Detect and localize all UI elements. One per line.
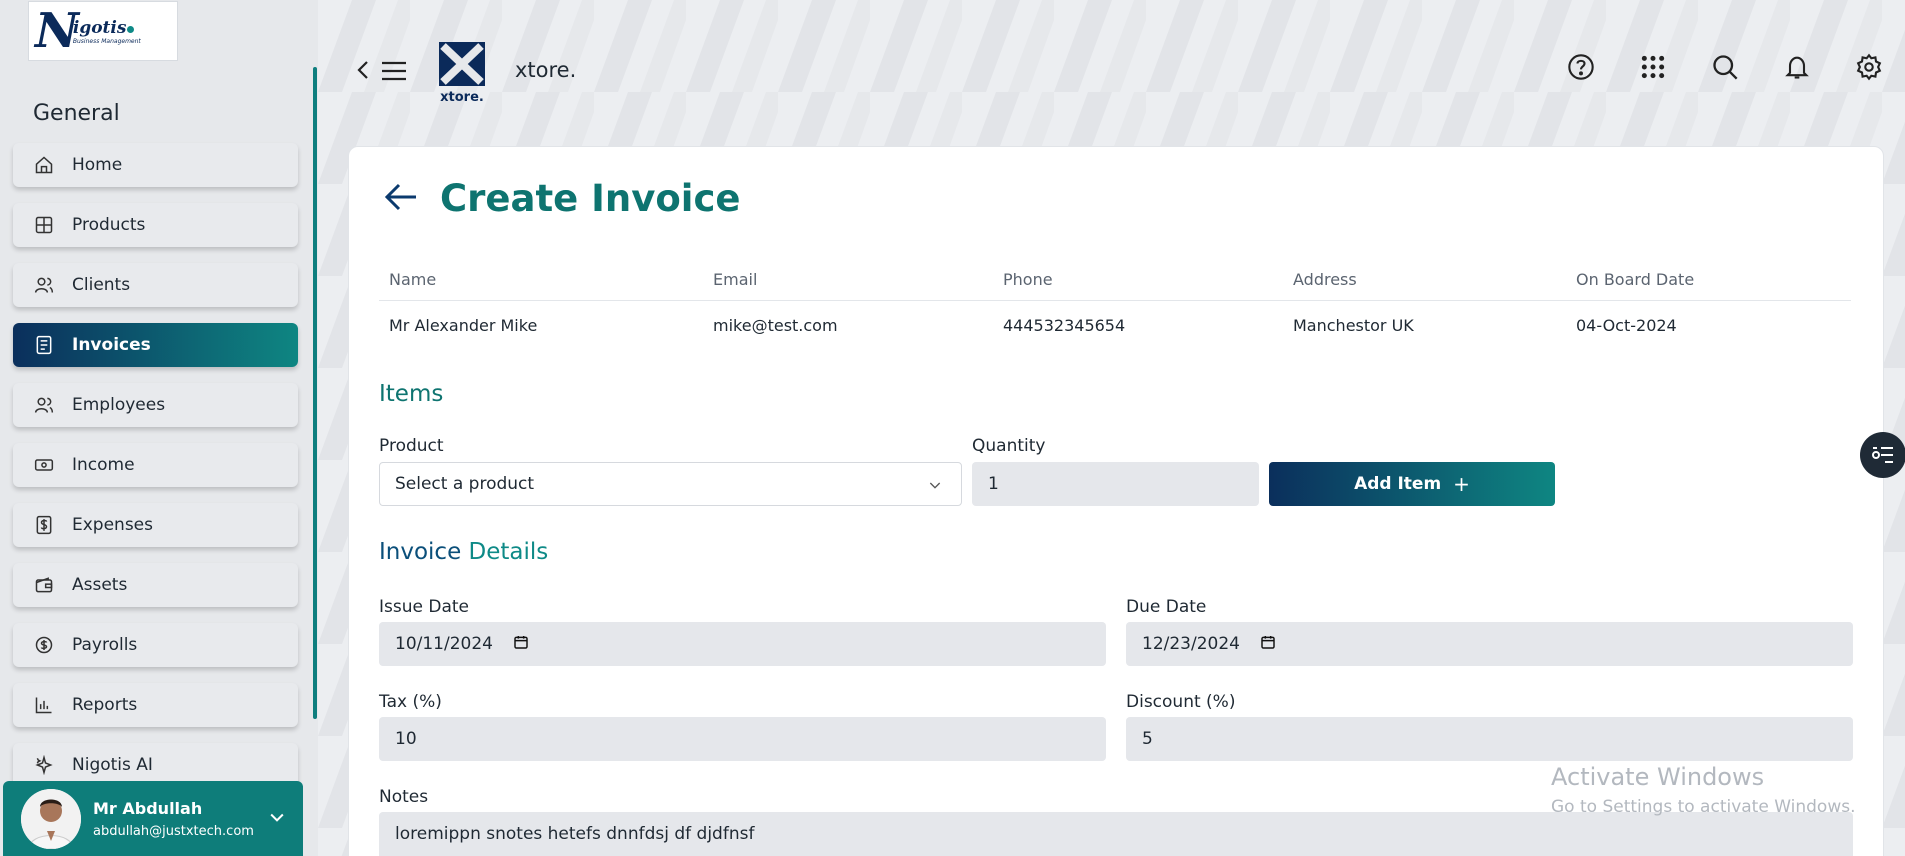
- notes-label: Notes: [379, 787, 429, 807]
- bar-chart-icon: [33, 694, 55, 716]
- issue-date-label: Issue Date: [379, 597, 469, 617]
- wallet-icon: [33, 574, 55, 596]
- calendar-icon[interactable]: [513, 634, 529, 655]
- sidebar-item-reports[interactable]: Reports: [13, 683, 298, 727]
- sidebar-item-assets[interactable]: Assets: [13, 563, 298, 607]
- plus-icon: +: [1453, 472, 1470, 496]
- quantity-label: Quantity: [972, 436, 1046, 456]
- items-section-title: Items: [379, 381, 444, 407]
- help-icon[interactable]: [1566, 52, 1596, 82]
- document-icon: [33, 334, 55, 356]
- sidebar-item-home[interactable]: Home: [13, 143, 298, 187]
- grid-icon: [33, 214, 55, 236]
- home-icon: [33, 154, 55, 176]
- activate-windows-watermark: Activate Windows Go to Settings to activ…: [1551, 763, 1856, 817]
- dollar-file-icon: [33, 514, 55, 536]
- product-select[interactable]: Select a product: [379, 462, 962, 506]
- client-info-table: Name Email Phone Address On Board Date M…: [379, 258, 1851, 349]
- tax-input[interactable]: 10: [379, 717, 1106, 761]
- sidebar: N igotis Business Management General Hom…: [0, 0, 318, 856]
- page-header: Create Invoice: [384, 177, 740, 220]
- sidebar-section-title: General: [33, 101, 120, 126]
- sidebar-item-employees[interactable]: Employees: [13, 383, 298, 427]
- sidebar-scrollbar[interactable]: [313, 67, 317, 719]
- sidebar-item-clients[interactable]: Clients: [13, 263, 298, 307]
- user-profile-card[interactable]: Mr Abdullah abdullah@justxtech.com: [3, 781, 303, 856]
- issue-date-input[interactable]: 10/11/2024: [379, 622, 1106, 666]
- store-name: xtore.: [515, 58, 577, 82]
- sparkle-icon: [33, 754, 55, 776]
- sidebar-item-expenses[interactable]: Expenses: [13, 503, 298, 547]
- nigotis-logo[interactable]: N igotis Business Management: [28, 1, 178, 61]
- apps-icon[interactable]: [1638, 52, 1668, 82]
- tax-label: Tax (%): [379, 692, 442, 712]
- search-icon[interactable]: [1710, 52, 1740, 82]
- quantity-input[interactable]: 1: [972, 462, 1259, 506]
- coin-icon: [33, 634, 55, 656]
- chevron-down-icon[interactable]: [267, 807, 287, 831]
- sidebar-item-income[interactable]: Income: [13, 443, 298, 487]
- notes-textarea[interactable]: loremippn snotes hetefs dnnfdsj df djdfn…: [379, 812, 1853, 856]
- sidebar-item-products[interactable]: Products: [13, 203, 298, 247]
- bell-icon[interactable]: [1782, 52, 1812, 82]
- top-icons: [1566, 52, 1884, 82]
- hamburger-menu-icon[interactable]: [380, 59, 408, 87]
- floating-list-button[interactable]: [1860, 432, 1905, 478]
- table-header: Name Email Phone Address On Board Date: [379, 258, 1851, 301]
- due-date-label: Due Date: [1126, 597, 1207, 617]
- product-label: Product: [379, 436, 444, 456]
- discount-input[interactable]: 5: [1126, 717, 1853, 761]
- store-logo[interactable]: xtore.: [437, 40, 487, 105]
- page-title: Create Invoice: [440, 177, 741, 220]
- sidebar-item-payrolls[interactable]: Payrolls: [13, 623, 298, 667]
- table-row: Mr Alexander Mike mike@test.com 44453234…: [389, 315, 1677, 335]
- collapse-sidebar-button[interactable]: [355, 58, 371, 86]
- users-icon: [33, 274, 55, 296]
- chevron-down-icon: [927, 477, 943, 498]
- add-item-button[interactable]: Add Item +: [1269, 462, 1555, 506]
- avatar: [21, 788, 81, 849]
- sidebar-nav: Home Products Clients Invoices Employees…: [13, 143, 298, 803]
- users-icon: [33, 394, 55, 416]
- calendar-icon[interactable]: [1260, 634, 1276, 655]
- user-email: abdullah@justxtech.com: [93, 823, 254, 839]
- invoice-details-section-title: Invoice Details: [379, 539, 549, 565]
- cash-icon: [33, 454, 55, 476]
- due-date-input[interactable]: 12/23/2024: [1126, 622, 1853, 666]
- sidebar-item-invoices[interactable]: Invoices: [13, 323, 298, 367]
- user-name: Mr Abdullah: [93, 798, 203, 818]
- back-arrow-icon[interactable]: [384, 182, 418, 216]
- gear-icon[interactable]: [1854, 52, 1884, 82]
- discount-label: Discount (%): [1126, 692, 1236, 712]
